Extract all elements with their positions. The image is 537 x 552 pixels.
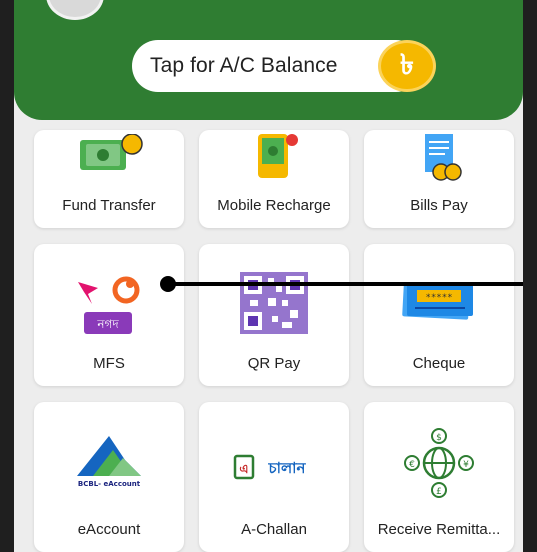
taka-coin-icon: ৳: [378, 40, 436, 92]
balance-button[interactable]: Tap for A/C Balance ৳: [132, 40, 436, 92]
tile-label: A-Challan: [241, 521, 307, 538]
device-frame: Tap for A/C Balance ৳ Fund Transfer Mobi…: [0, 0, 537, 552]
tile-label: MFS: [93, 355, 125, 372]
qr-code-icon: [199, 270, 349, 336]
tile-receive-remittance[interactable]: $ ¥ £ € Receive Remitta...: [364, 402, 514, 552]
svg-text:এ: এ: [239, 462, 248, 476]
remittance-globe-icon: $ ¥ £ €: [364, 428, 514, 498]
tile-cheque[interactable]: ***** Cheque: [364, 244, 514, 386]
tile-label: Fund Transfer: [62, 197, 156, 214]
a-challan-logo-text: চালান: [268, 459, 307, 477]
mobile-recharge-icon: [199, 132, 349, 180]
annotation-pointer-line: [168, 282, 523, 286]
tile-label: Receive Remitta...: [377, 521, 501, 538]
tile-label: Bills Pay: [410, 197, 468, 214]
svg-text:¥: ¥: [463, 460, 469, 470]
bill-receipt-icon: [364, 132, 514, 182]
a-challan-logo-icon: এ চালান: [199, 452, 349, 482]
svg-text:€: €: [409, 460, 415, 470]
tile-a-challan[interactable]: এ চালান A-Challan: [199, 402, 349, 552]
tile-label: QR Pay: [247, 355, 301, 372]
tile-eaccount[interactable]: BCBL- eAccount eAccount: [34, 402, 184, 552]
app-screen: Tap for A/C Balance ৳ Fund Transfer Mobi…: [14, 0, 523, 552]
tile-mobile-recharge[interactable]: Mobile Recharge: [199, 130, 349, 228]
tile-bills-pay[interactable]: Bills Pay: [364, 130, 514, 228]
tile-fund-transfer[interactable]: Fund Transfer: [34, 130, 184, 228]
avatar[interactable]: [46, 0, 104, 20]
balance-label: Tap for A/C Balance: [150, 54, 338, 77]
svg-text:*****: *****: [425, 293, 452, 303]
svg-text:$: $: [436, 433, 442, 443]
eaccount-logo-icon: BCBL- eAccount: [34, 432, 184, 494]
device-bezel-left: [0, 0, 14, 552]
money-transfer-icon: [34, 134, 184, 178]
tile-label: eAccount: [77, 521, 141, 538]
eaccount-logo-text: BCBL- eAccount: [78, 480, 141, 488]
mfs-badge-text: নগদ: [96, 317, 119, 331]
tile-mfs[interactable]: নগদ MFS: [34, 244, 184, 386]
header-banner: Tap for A/C Balance ৳: [14, 0, 523, 120]
tile-label: Cheque: [412, 355, 466, 372]
svg-text:£: £: [436, 487, 442, 497]
tile-qr-pay[interactable]: QR Pay: [199, 244, 349, 386]
annotation-pointer-dot: [160, 276, 176, 292]
device-bezel-right: [523, 0, 537, 552]
tile-label: Mobile Recharge: [217, 197, 331, 214]
